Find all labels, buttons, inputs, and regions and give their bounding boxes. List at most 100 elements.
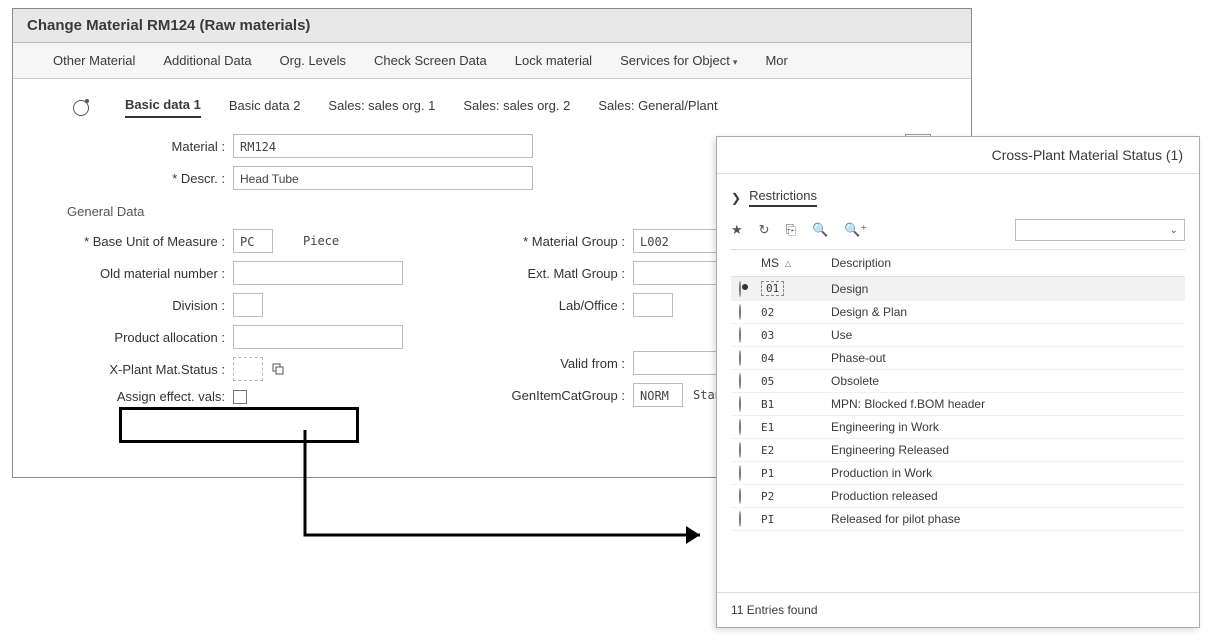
- ms-desc: Use: [831, 328, 1185, 342]
- ms-code: 01: [761, 281, 784, 296]
- material-label: Material :: [63, 139, 233, 154]
- tab-scroll-icon[interactable]: [73, 100, 89, 116]
- status-row[interactable]: 02 Design & Plan: [731, 301, 1185, 324]
- col-ms-label[interactable]: MS: [761, 256, 779, 270]
- value-help-icon: [271, 362, 285, 376]
- tabstrip: Basic data 1 Basic data 2 Sales: sales o…: [13, 79, 971, 124]
- restrictions-toggle[interactable]: ❯ Restrictions: [731, 182, 1185, 215]
- row-radio[interactable]: [739, 511, 741, 527]
- status-row[interactable]: P2 Production released: [731, 485, 1185, 508]
- row-radio[interactable]: [739, 281, 741, 297]
- gencat-field[interactable]: NORM: [633, 383, 683, 407]
- chevron-right-icon: ❯: [731, 191, 741, 205]
- validfrom-label: Valid from :: [483, 356, 633, 371]
- status-row[interactable]: 05 Obsolete: [731, 370, 1185, 393]
- toolbar-org-levels[interactable]: Org. Levels: [280, 53, 346, 68]
- popup-filter-combo[interactable]: ⌄: [1015, 219, 1185, 241]
- toolbar-services-for-object[interactable]: Services for Object: [620, 53, 737, 68]
- row-radio[interactable]: [739, 373, 741, 389]
- tab-sales-general-plant[interactable]: Sales: General/Plant: [598, 98, 717, 117]
- xstatus-field[interactable]: [233, 357, 263, 381]
- ms-code: P1: [761, 467, 774, 480]
- popup-footer: 11 Entries found: [717, 592, 1199, 627]
- row-radio[interactable]: [739, 488, 741, 504]
- status-row[interactable]: P1 Production in Work: [731, 462, 1185, 485]
- assign-label: Assign effect. vals:: [63, 389, 233, 404]
- division-field[interactable]: [233, 293, 263, 317]
- oldmat-field[interactable]: [233, 261, 403, 285]
- xstatus-label: X-Plant Mat.Status :: [63, 362, 233, 377]
- tab-basic-data-2[interactable]: Basic data 2: [229, 98, 301, 117]
- cross-plant-status-popup: Cross-Plant Material Status (1) ❯ Restri…: [716, 136, 1200, 628]
- gencat-label: GenItemCatGroup :: [483, 388, 633, 403]
- material-field[interactable]: RM124: [233, 134, 533, 158]
- popup-toolbar: ★ ↻ ⎘ 🔍 🔍⁺ ⌄: [731, 215, 1185, 250]
- division-label: Division :: [63, 298, 233, 313]
- matgroup-label: * Material Group :: [483, 234, 633, 249]
- chevron-down-icon: [730, 53, 738, 68]
- clipboard-icon[interactable]: ⎘: [786, 222, 796, 238]
- sort-asc-icon: △: [785, 259, 791, 268]
- row-radio[interactable]: [739, 442, 741, 458]
- window-title: Change Material RM124 (Raw materials): [13, 9, 971, 43]
- toolbar-lock-material[interactable]: Lock material: [515, 53, 592, 68]
- uom-text: Piece: [303, 234, 339, 248]
- descr-field[interactable]: Head Tube: [233, 166, 533, 190]
- toolbar-additional-data[interactable]: Additional Data: [163, 53, 251, 68]
- ms-code: E1: [761, 421, 774, 434]
- ms-code: PI: [761, 513, 774, 526]
- tab-sales-org-1[interactable]: Sales: sales org. 1: [328, 98, 435, 117]
- xstatus-valuehelp-button[interactable]: [267, 358, 289, 380]
- assign-checkbox[interactable]: [233, 390, 247, 404]
- status-row[interactable]: E1Engineering in Work: [731, 416, 1185, 439]
- restrictions-label: Restrictions: [749, 188, 817, 207]
- row-radio[interactable]: [739, 350, 741, 366]
- status-row[interactable]: E2Engineering Released: [731, 439, 1185, 462]
- status-row[interactable]: 01 Design: [731, 277, 1185, 301]
- xstatus-highlight-annotation: [119, 407, 359, 443]
- ms-code: 05: [761, 375, 774, 388]
- popup-grid-body: 01Design02Design & Plan03Use04Phase-out0…: [731, 277, 1185, 531]
- ms-code: 04: [761, 352, 774, 365]
- uom-label: * Base Unit of Measure :: [63, 234, 233, 249]
- ms-desc: Design & Plan: [831, 305, 1185, 319]
- tab-basic-data-1[interactable]: Basic data 1: [125, 97, 201, 118]
- ms-code: E2: [761, 444, 774, 457]
- popup-title: Cross-Plant Material Status (1): [717, 137, 1199, 174]
- ms-desc: Production released: [831, 489, 1185, 503]
- ms-desc: MPN: Blocked f.BOM header: [831, 397, 1185, 411]
- prodalloc-label: Product allocation :: [63, 330, 233, 345]
- tab-sales-org-2[interactable]: Sales: sales org. 2: [463, 98, 570, 117]
- status-row[interactable]: 03 Use: [731, 324, 1185, 347]
- row-radio[interactable]: [739, 327, 741, 343]
- row-radio[interactable]: [739, 304, 741, 320]
- toolbar-more[interactable]: Mor: [765, 53, 787, 68]
- toolbar-check-screen-data[interactable]: Check Screen Data: [374, 53, 487, 68]
- search-plus-icon[interactable]: 🔍⁺: [844, 222, 867, 238]
- status-row[interactable]: 04 Phase-out: [731, 347, 1185, 370]
- ms-desc: Released for pilot phase: [831, 512, 1185, 526]
- extgroup-label: Ext. Matl Group :: [483, 266, 633, 281]
- prodalloc-field[interactable]: [233, 325, 403, 349]
- ms-code: 03: [761, 329, 774, 342]
- oldmat-label: Old material number :: [63, 266, 233, 281]
- refresh-icon[interactable]: ↻: [759, 222, 770, 238]
- ms-code: 02: [761, 306, 774, 319]
- col-desc-label[interactable]: Description: [831, 256, 1185, 270]
- ms-desc: Production in Work: [831, 466, 1185, 480]
- row-radio[interactable]: [739, 419, 741, 435]
- uom-field[interactable]: PC: [233, 229, 273, 253]
- status-row[interactable]: PI Released for pilot phase: [731, 508, 1185, 531]
- lab-field[interactable]: [633, 293, 673, 317]
- search-icon[interactable]: 🔍: [812, 222, 828, 238]
- ms-desc: Obsolete: [831, 374, 1185, 388]
- ms-code: P2: [761, 490, 774, 503]
- row-radio[interactable]: [739, 465, 741, 481]
- toolbar-other-material[interactable]: Other Material: [53, 53, 135, 68]
- row-radio[interactable]: [739, 396, 741, 412]
- lab-label: Lab/Office :: [483, 298, 633, 313]
- ms-desc: Phase-out: [831, 351, 1185, 365]
- ms-desc: Design: [831, 282, 1185, 296]
- status-row[interactable]: B1MPN: Blocked f.BOM header: [731, 393, 1185, 416]
- favorite-icon[interactable]: ★: [731, 222, 743, 238]
